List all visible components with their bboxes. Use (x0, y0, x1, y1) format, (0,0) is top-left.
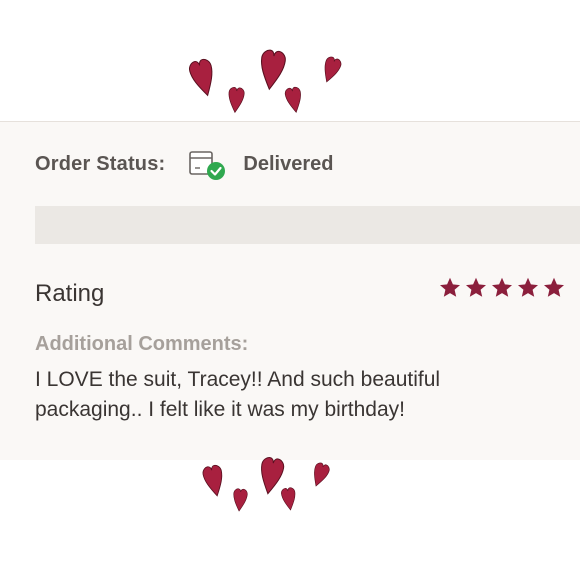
hearts-decoration-bottom (0, 440, 580, 530)
heart-icon (279, 485, 298, 513)
section-divider (35, 206, 580, 244)
star-icon (490, 276, 514, 300)
rating-label: Rating (35, 280, 105, 307)
heart-icon (199, 460, 228, 502)
box-delivered-icon (187, 146, 231, 182)
additional-comments-label: Additional Comments: (35, 333, 249, 355)
hearts-decoration-top (0, 30, 580, 120)
heart-icon (185, 55, 220, 100)
star-rating (438, 276, 566, 300)
additional-comments-text: I LOVE the suit, Tracey!! And such beaut… (35, 368, 441, 421)
order-review-card: Order Status: Delivered Rating Additiona… (0, 121, 580, 460)
star-icon (438, 276, 462, 300)
heart-icon (306, 459, 334, 490)
heart-icon (283, 85, 306, 116)
star-icon (516, 276, 540, 300)
order-status-value: Delivered (243, 152, 334, 175)
star-icon (464, 276, 488, 300)
star-icon (542, 276, 566, 300)
order-status-row: Order Status: Delivered (35, 148, 333, 180)
heart-icon (225, 81, 246, 118)
order-status-label: Order Status: (35, 152, 166, 175)
heart-icon (316, 53, 346, 87)
heart-icon (231, 483, 250, 516)
